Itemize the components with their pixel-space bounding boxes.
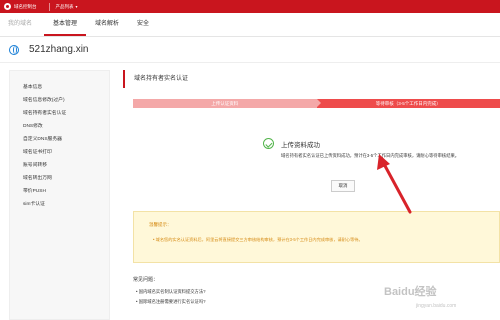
sidebar-item-basic-info[interactable]: 基本信息 (10, 81, 109, 94)
tab-dns-resolution[interactable]: 域名解析 (86, 12, 128, 36)
sidebar-item-certificate[interactable]: 域名证书打印 (10, 146, 109, 159)
step-upload: 上传认证资料 (133, 99, 320, 108)
domain-header: 521zhang.xin (0, 37, 500, 63)
nav-my-domains[interactable]: 我的域名 (0, 12, 44, 36)
cancel-button[interactable]: 取消 (331, 180, 355, 192)
page-title: 域名持有者实名认证 (123, 70, 500, 88)
faq-link-international[interactable]: • 国际域名注册需要进行实名认证吗? (136, 299, 206, 305)
sidebar-item-account-transfer[interactable]: 账号间转移 (10, 159, 109, 172)
sidebar-item-custom-dns[interactable]: 自定义DNS服务器 (10, 133, 109, 146)
check-circle-icon (263, 138, 274, 149)
chevron-down-icon: ▾ (75, 4, 78, 9)
sidebar-item-push[interactable]: 带价PUSH (10, 185, 109, 198)
notice-text: • 域名您的实名认证资料后，阿里云将直接提交三方审核结构审核，预计在3-5个工作… (153, 237, 363, 242)
divider (48, 2, 50, 11)
globe-icon (9, 44, 19, 55)
product-list-label: 产品列表 (55, 3, 74, 9)
logo-icon (4, 3, 11, 10)
sidebar-item-transfer-owner[interactable]: 域名信息修改(过户) (10, 94, 109, 107)
tab-security[interactable]: 安全 (128, 12, 158, 36)
sidebar-item-dns-modify[interactable]: DNS修改 (10, 120, 109, 133)
console-logo-text: 域名控制台 (14, 3, 37, 9)
step-waiting-review: 等待审核（3-5个工作日内完成） (316, 99, 500, 108)
main-nav: 我的域名 基本管理 域名解析 安全 (0, 13, 500, 37)
notice-title: 温馨提示： (149, 222, 172, 227)
sidebar: 基本信息 域名信息修改(过户) 域名持有者实名认证 DNS修改 自定义DNS服务… (9, 70, 110, 320)
faq-link-domestic[interactable]: • 国内域名实名制认证资料提交方法? (136, 289, 206, 295)
domain-name: 521zhang.xin (29, 44, 89, 55)
sidebar-item-transfer-out[interactable]: 域名转出万网 (10, 172, 109, 185)
faq-title: 常见问题： (133, 277, 159, 283)
product-list-menu[interactable]: 产品列表 ▾ (56, 4, 78, 10)
sidebar-item-real-name-auth[interactable]: 域名持有者实名认证 (10, 107, 109, 120)
sidebar-item-sim-auth[interactable]: sim卡认证 (10, 198, 109, 211)
success-title: 上传资料成功 (281, 142, 320, 149)
watermark-url: jingyan.baidu.com (416, 303, 457, 309)
tab-basic-management[interactable]: 基本管理 (44, 12, 87, 36)
watermark-logo: Baidu经验 (384, 286, 437, 298)
success-description: 域名持有者实名认证已上传资料成功，预计在3-5个工作日内完成审核，请耐心等待审核… (281, 153, 460, 158)
notice-box: 温馨提示： • 域名您的实名认证资料后，阿里云将直接提交三方审核结构审核，预计在… (133, 211, 500, 263)
progress-steps: 上传认证资料 等待审核（3-5个工作日内完成） (133, 99, 500, 108)
success-message: 上传资料成功 (263, 138, 320, 149)
